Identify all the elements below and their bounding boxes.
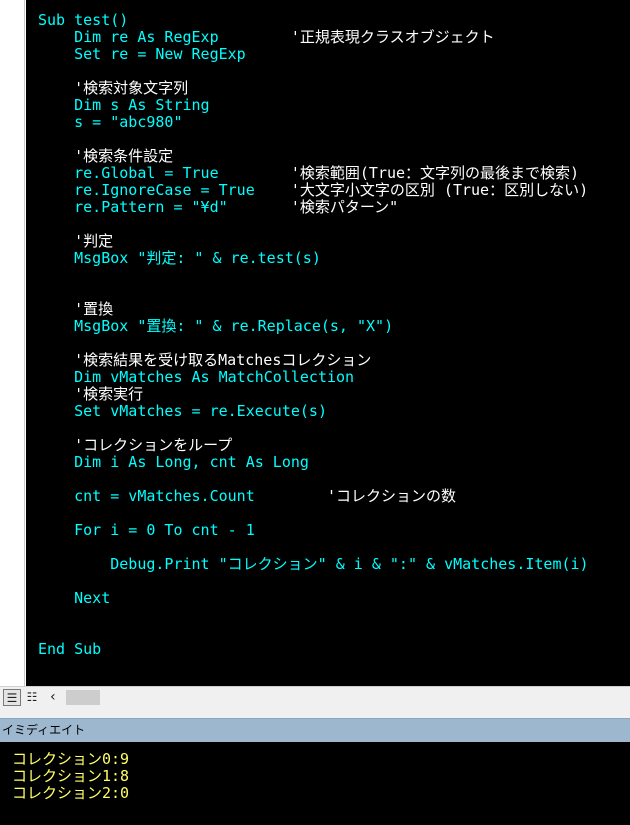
code-comment: '検索範囲(True：文字列の最後まで検索) — [290, 164, 580, 182]
code-line[interactable]: End Sub — [38, 641, 589, 658]
code-line[interactable]: re.IgnoreCase = True '大文字小文字の区別 (True：区別… — [38, 182, 589, 199]
code-line[interactable]: re.Pattern = "¥d" '検索パターン" — [38, 199, 589, 216]
full-module-view-button[interactable]: ☷ — [23, 689, 41, 706]
immediate-output: コレクション0:9 コレクション1:8 コレクション2:0 — [12, 751, 129, 802]
code-statement: re.Pattern = "¥d" — [38, 198, 291, 216]
code-line[interactable] — [38, 267, 589, 284]
procedure-view-icon: ☰ — [6, 691, 18, 705]
chevron-left-icon: ‹ — [48, 689, 58, 705]
code-statement: Set vMatches = re.Execute(s) — [38, 402, 327, 420]
code-statement: re.Global = True — [38, 164, 291, 182]
code-statement: Dim vMatches As MatchCollection — [38, 368, 355, 386]
code-line[interactable]: '置換 — [38, 301, 589, 318]
code-line[interactable] — [38, 216, 589, 233]
immediate-window-title-text: イミディエイト — [2, 723, 86, 737]
immediate-output-line: コレクション2:0 — [12, 784, 130, 802]
immediate-window-title: イミディエイト — [0, 718, 630, 742]
code-editor[interactable]: Sub test() Dim re As RegExp '正規表現クラスオブジェ… — [0, 0, 630, 686]
code-comment: '検索結果を受け取るMatchesコレクション — [38, 351, 372, 369]
code-line[interactable]: Dim i As Long, cnt As Long — [38, 454, 589, 471]
code-line[interactable]: '判定 — [38, 233, 589, 250]
code-line[interactable]: '検索結果を受け取るMatchesコレクション — [38, 352, 589, 369]
code-line[interactable]: Debug.Print "コレクション" & i & ":" & vMatche… — [38, 555, 589, 573]
code-pane[interactable]: Sub test() Dim re As RegExp '正規表現クラスオブジェ… — [26, 0, 630, 686]
scroll-left-button[interactable]: ‹ — [44, 689, 62, 706]
code-line[interactable]: Set vMatches = re.Execute(s) — [38, 403, 589, 420]
margin-indicator-bar[interactable] — [0, 0, 25, 686]
code-line[interactable]: Dim re As RegExp '正規表現クラスオブジェクト — [38, 29, 589, 46]
code-line[interactable]: Dim vMatches As MatchCollection — [38, 369, 589, 386]
vba-editor-window: Sub test() Dim re As RegExp '正規表現クラスオブジェ… — [0, 0, 630, 825]
code-line[interactable] — [38, 573, 589, 590]
code-statement: Set re = New RegExp — [38, 45, 246, 63]
code-comment: '正規表現クラスオブジェクト — [290, 28, 495, 46]
code-statement: cnt = vMatches.Count — [38, 487, 327, 505]
code-line[interactable]: Sub test() — [38, 12, 589, 29]
code-line[interactable]: '検索条件設定 — [38, 148, 589, 165]
code-line[interactable]: Dim s As String — [38, 97, 589, 114]
code-comment: '判定 — [38, 232, 114, 250]
code-line[interactable]: For i = 0 To cnt - 1 — [38, 522, 589, 539]
code-comment: '大文字小文字の区別 (True：区別しない) — [290, 181, 589, 199]
code-statement: For i = 0 To cnt - 1 — [38, 521, 255, 539]
immediate-output-line: コレクション0:9 — [12, 750, 130, 768]
procedure-view-button[interactable]: ☰ — [3, 689, 21, 706]
pane-splitter[interactable] — [0, 708, 630, 718]
code-line[interactable]: '検索対象文字列 — [38, 80, 589, 97]
code-line[interactable]: MsgBox "判定: " & re.test(s) — [38, 250, 589, 267]
code-line[interactable] — [38, 335, 589, 352]
code-line[interactable]: cnt = vMatches.Count 'コレクションの数 — [38, 488, 589, 505]
code-line[interactable]: 'コレクションをループ — [38, 437, 589, 454]
code-comment: '検索パターン" — [290, 198, 399, 216]
code-line[interactable] — [38, 63, 589, 80]
full-module-view-icon: ☷ — [26, 690, 38, 704]
code-statement: Dim s As String — [38, 96, 210, 114]
code-line[interactable]: MsgBox "置換: " & re.Replace(s, "X") — [38, 318, 589, 335]
code-line[interactable] — [38, 539, 589, 556]
code-statement: Debug.Print "コレクション" & i & ":" & vMatche… — [38, 555, 589, 573]
code-comment: '置換 — [38, 300, 114, 318]
immediate-output-line: コレクション1:8 — [12, 767, 130, 785]
code-line[interactable]: Next — [38, 590, 589, 607]
code-statement: Dim i As Long, cnt As Long — [38, 453, 309, 471]
code-statement: MsgBox "置換: " & re.Replace(s, "X") — [38, 317, 394, 335]
code-comment: 'コレクションの数 — [326, 487, 457, 505]
code-statement: End Sub — [38, 640, 102, 658]
code-statement: Dim re As RegExp — [38, 28, 291, 46]
immediate-window[interactable]: コレクション0:9 コレクション1:8 コレクション2:0 — [0, 742, 630, 825]
code-line[interactable]: re.Global = True '検索範囲(True：文字列の最後まで検索) — [38, 165, 589, 182]
code-line[interactable] — [38, 420, 589, 437]
code-line[interactable] — [38, 607, 589, 624]
code-comment: '検索条件設定 — [38, 147, 174, 165]
code-line[interactable]: '検索実行 — [38, 386, 589, 403]
code-statement: Next — [38, 589, 111, 607]
code-line[interactable]: s = "abc980" — [38, 114, 589, 131]
code-comment: '検索対象文字列 — [38, 79, 189, 97]
code-comment: '検索実行 — [38, 385, 144, 403]
code-line[interactable] — [38, 131, 589, 148]
code-comment: 'コレクションをループ — [38, 436, 233, 454]
code-line[interactable] — [38, 505, 589, 522]
code-lines: Sub test() Dim re As RegExp '正規表現クラスオブジェ… — [38, 12, 589, 658]
editor-bottom-bar: ☰ ☷ ‹ — [0, 686, 630, 708]
code-statement: MsgBox "判定: " & re.test(s) — [38, 249, 321, 267]
horizontal-scrollbar-thumb[interactable] — [66, 690, 100, 705]
code-line[interactable] — [38, 284, 589, 301]
code-statement: Sub test() — [38, 11, 129, 29]
code-statement: s = "abc980" — [38, 113, 183, 131]
code-line[interactable]: Set re = New RegExp — [38, 46, 589, 63]
code-statement: re.IgnoreCase = True — [38, 181, 291, 199]
code-line[interactable] — [38, 624, 589, 641]
code-line[interactable] — [38, 471, 589, 488]
